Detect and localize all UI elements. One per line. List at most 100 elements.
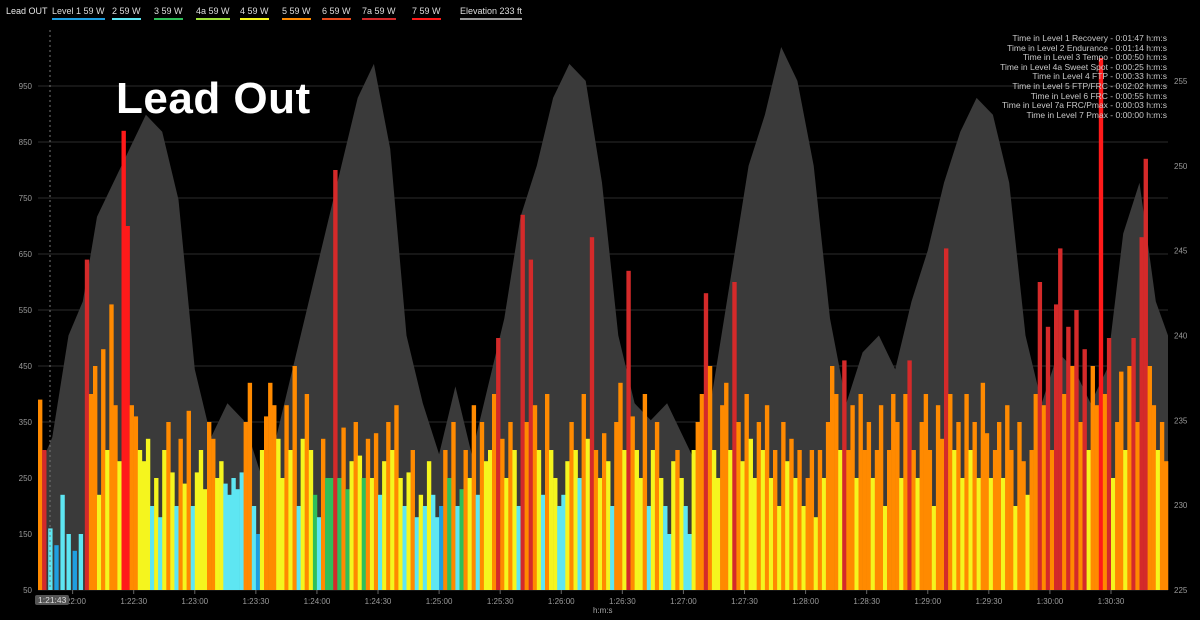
power-bar: [223, 483, 228, 590]
power-bar: [687, 534, 692, 590]
power-bar: [748, 438, 753, 590]
power-bar: [325, 478, 330, 590]
power-bar: [703, 293, 709, 590]
power-bar: [268, 382, 273, 590]
power-bar: [66, 534, 71, 590]
power-bar: [361, 478, 367, 590]
power-bar: [960, 478, 965, 590]
power-bar: [394, 405, 399, 590]
power-bar: [1054, 304, 1059, 590]
power-bar: [866, 422, 872, 590]
power-bar: [117, 461, 122, 590]
power-bar: [162, 450, 167, 590]
legend-swatch: [282, 18, 311, 20]
power-bar: [1058, 248, 1063, 590]
power-bar: [777, 506, 782, 590]
legend-item[interactable]: 7 59 W: [412, 6, 441, 20]
power-bar: [255, 534, 261, 590]
power-bar: [378, 494, 383, 590]
power-bar: [1041, 405, 1047, 590]
x-tick-label: 1:26:30: [609, 597, 636, 606]
power-bar: [178, 438, 183, 590]
power-bar: [133, 416, 139, 590]
power-bar: [931, 506, 937, 590]
legend-item-label: 7a 59 W: [362, 6, 396, 16]
power-bar: [455, 506, 460, 590]
power-bar: [496, 338, 501, 590]
power-bar: [540, 494, 546, 590]
y-left-tick-label: 450: [19, 362, 33, 371]
y-right-tick-label: 250: [1174, 162, 1188, 171]
power-bar: [549, 450, 554, 590]
legend-item[interactable]: 6 59 W: [322, 6, 351, 20]
power-bar: [337, 478, 342, 590]
power-bar: [988, 478, 994, 590]
power-bar: [137, 450, 143, 590]
legend-item[interactable]: Elevation 233 ft: [460, 6, 523, 20]
power-bar: [744, 394, 749, 590]
power-bar: [60, 494, 65, 590]
power-bar: [532, 405, 538, 590]
y-left-tick-label: 150: [19, 530, 33, 539]
power-bar: [264, 416, 269, 590]
power-bar: [789, 438, 794, 590]
power-bar: [292, 366, 297, 590]
power-bar: [504, 478, 509, 590]
power-bar: [186, 410, 191, 590]
power-bar: [695, 422, 700, 590]
y-right-tick-label: 235: [1174, 416, 1188, 425]
power-bar: [349, 461, 354, 590]
power-bar: [113, 405, 118, 590]
power-bar: [1106, 338, 1112, 590]
power-bar: [1009, 450, 1014, 590]
power-bar: [968, 450, 973, 590]
power-bar: [870, 478, 876, 590]
x-tick-label: 1:26:00: [548, 597, 575, 606]
power-bar: [235, 489, 240, 590]
x-tick-label: 1:29:30: [975, 597, 1002, 606]
x-tick-label: 1:30:30: [1098, 597, 1125, 606]
power-bar: [992, 450, 998, 590]
power-bar: [463, 450, 468, 590]
legend-swatch: [412, 18, 441, 20]
power-bar: [194, 472, 200, 590]
power-bar: [1078, 422, 1083, 590]
power-bar: [809, 450, 815, 590]
y-right-tick-label: 230: [1174, 501, 1188, 510]
power-bar: [54, 545, 59, 590]
y-left-tick-label: 250: [19, 474, 33, 483]
power-bar: [980, 382, 986, 590]
power-bar: [1143, 158, 1148, 591]
power-bar: [459, 489, 464, 590]
power-bar: [923, 394, 929, 590]
power-bar: [369, 478, 375, 590]
legend-swatch: [154, 18, 183, 20]
power-bar: [724, 382, 729, 590]
power-bar: [850, 405, 855, 590]
legend-item[interactable]: 4 59 W: [240, 6, 269, 20]
power-bar: [500, 438, 505, 590]
power-bar: [1066, 326, 1071, 590]
legend-item[interactable]: 7a 59 W: [362, 6, 396, 20]
power-bar: [528, 259, 534, 590]
power-bar: [145, 438, 151, 590]
legend-item[interactable]: 4a 59 W: [196, 6, 230, 20]
legend-item[interactable]: 5 59 W: [282, 6, 311, 20]
power-bar: [78, 534, 84, 590]
power-bar: [614, 422, 619, 590]
legend-item-label: 6 59 W: [322, 6, 351, 16]
power-bar: [781, 422, 786, 590]
power-bar: [1123, 450, 1128, 590]
power-bar: [883, 506, 888, 590]
power-bar: [732, 282, 737, 590]
power-bar: [365, 438, 371, 590]
legend-item[interactable]: 3 59 W: [154, 6, 183, 20]
legend-item[interactable]: Level 1 59 W: [52, 6, 105, 20]
power-bar: [166, 422, 171, 590]
power-bar: [593, 450, 599, 590]
power-bar: [935, 405, 941, 590]
legend-item-label: 3 59 W: [154, 6, 183, 16]
legend-item[interactable]: 2 59 W: [112, 6, 141, 20]
power-bar: [101, 349, 106, 590]
power-bar: [125, 226, 130, 590]
